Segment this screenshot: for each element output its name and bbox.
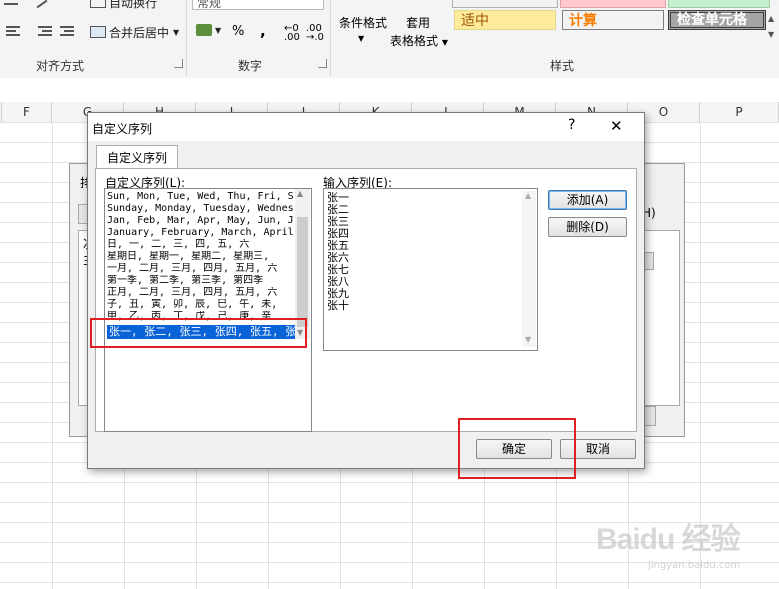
- highlight-box-selected-list: [90, 318, 307, 348]
- comma-style-button[interactable]: ,: [260, 22, 266, 40]
- grid-row-line: [0, 502, 779, 503]
- chevron-down-icon: ▼: [173, 27, 180, 37]
- delete-button[interactable]: 删除(D): [548, 217, 627, 237]
- help-button[interactable]: ?: [568, 117, 575, 133]
- scroll-up-icon[interactable]: ▲: [297, 189, 303, 198]
- list-item[interactable]: Sun, Mon, Tue, Wed, Thu, Fri, S: [107, 191, 293, 203]
- list-item[interactable]: January, February, March, April: [107, 227, 293, 239]
- styles-scroll-down-icon[interactable]: ▼: [768, 30, 779, 44]
- merge-center-label: 合并后居中: [109, 25, 170, 40]
- input-entries-textarea[interactable]: 张一 张二 张三 张四 张五 张六 张七 张八 张九 张十 ▲ ▼: [323, 188, 538, 351]
- increase-decimal-button[interactable]: ←0.00: [284, 23, 300, 43]
- format-as-table-label-1: 套用: [405, 16, 430, 30]
- style-check-cell[interactable]: 检查单元格: [668, 10, 766, 30]
- listbox-scrollbar[interactable]: ▲ ▼: [295, 189, 310, 339]
- column-header-p[interactable]: P: [700, 102, 779, 122]
- list-item[interactable]: 星期日, 星期一, 星期二, 星期三,: [107, 251, 293, 263]
- scrollbar-thumb[interactable]: [297, 217, 308, 327]
- style-cell-top-1[interactable]: [452, 0, 558, 8]
- ribbon: 自动换行 合并后居中 ▼ 对齐方式 常规 ▼ % , ←0.00 .00 →.0 …: [0, 0, 779, 79]
- list-item[interactable]: Jan, Feb, Mar, Apr, May, Jun, J: [107, 215, 293, 227]
- format-as-table-label-2: 表格格式 ▼: [390, 34, 448, 48]
- orientation-icon[interactable]: [36, 0, 52, 10]
- grid-column-line: [52, 122, 53, 589]
- custom-lists-listbox[interactable]: Sun, Mon, Tue, Wed, Thu, Fri, S Sunday, …: [104, 188, 312, 432]
- chevron-down-icon: ▼: [215, 25, 222, 35]
- style-calculation-cell[interactable]: 计算: [562, 10, 664, 30]
- chevron-down-icon: ▼: [441, 38, 448, 47]
- merge-center-icon: [90, 26, 106, 38]
- increase-decimal-icon: ←0.00: [284, 23, 300, 43]
- entry-line: 张十: [327, 299, 349, 312]
- add-button[interactable]: 添加(A): [548, 190, 627, 210]
- currency-icon: [196, 24, 212, 36]
- close-button[interactable]: ✕: [610, 117, 623, 135]
- list-item[interactable]: 第一季, 第二季, 第三季, 第四季: [107, 275, 293, 287]
- currency-format-button[interactable]: ▼: [196, 24, 221, 36]
- list-item[interactable]: Sunday, Monday, Tuesday, Wednes: [107, 203, 293, 215]
- decrease-indent-icon[interactable]: [38, 24, 56, 40]
- watermark-logo: Baidu 经验: [596, 523, 741, 556]
- wrap-text-button[interactable]: 自动换行: [90, 0, 157, 9]
- dialog-title-bar: 自定义序列 ? ✕: [88, 113, 644, 141]
- decrease-decimal-button[interactable]: .00 →.0: [306, 23, 324, 43]
- style-cell-top-3[interactable]: [668, 0, 770, 8]
- watermark-url: jingyan.baidu.com: [648, 560, 741, 571]
- list-item[interactable]: 日, 一, 二, 三, 四, 五, 六: [107, 239, 293, 251]
- separator: [186, 0, 187, 76]
- format-as-table-button[interactable]: 套用 表格格式 ▼: [390, 0, 448, 50]
- conditional-format-button[interactable]: 条件格式 ▼: [336, 0, 390, 50]
- grid-row-line: [0, 482, 779, 483]
- merge-center-button[interactable]: 合并后居中 ▼: [90, 24, 179, 40]
- scroll-up-icon[interactable]: ▲: [525, 191, 531, 200]
- grid-row-line: [0, 582, 779, 583]
- increase-indent-icon[interactable]: [60, 24, 78, 40]
- separator: [330, 0, 331, 76]
- chevron-down-icon: ▼: [358, 34, 365, 43]
- percent-style-button[interactable]: %: [232, 24, 244, 39]
- decrease-decimal-icon: .00 →.0: [306, 23, 324, 43]
- style-cell-top-2[interactable]: [560, 0, 666, 8]
- align-left-icon[interactable]: [6, 24, 24, 40]
- list-item[interactable]: 子, 丑, 寅, 卯, 辰, 巳, 午, 未,: [107, 299, 293, 311]
- tab-panel: 自定义序列(L): 输入序列(E): Sun, Mon, Tue, Wed, T…: [95, 168, 637, 432]
- wrap-text-icon: [90, 0, 106, 8]
- alignment-group-label: 对齐方式: [36, 59, 85, 73]
- dialog-title: 自定义序列: [92, 122, 153, 136]
- scroll-down-icon[interactable]: ▼: [525, 335, 531, 344]
- tab-custom-lists[interactable]: 自定义序列: [96, 145, 178, 170]
- list-item[interactable]: 正月, 二月, 三月, 四月, 五月, 六: [107, 287, 293, 299]
- style-neutral-cell[interactable]: 适中: [454, 10, 556, 30]
- styles-group-label: 样式: [550, 59, 575, 73]
- conditional-format-label: 条件格式: [338, 16, 387, 30]
- styles-scroll-up-icon[interactable]: ▲: [768, 14, 779, 28]
- column-header-f[interactable]: F: [2, 102, 52, 122]
- textarea-scrollbar[interactable]: ▲ ▼: [522, 191, 536, 347]
- number-dialog-launcher-icon[interactable]: [318, 59, 327, 68]
- number-format-value: 常规: [197, 0, 222, 10]
- alignment-dialog-launcher-icon[interactable]: [174, 59, 183, 68]
- wrap-text-label: 自动换行: [109, 0, 158, 9]
- formula-bar[interactable]: [0, 78, 779, 103]
- align-top-icon[interactable]: [4, 0, 26, 8]
- custom-lists-dialog: 自定义序列 ? ✕ 自定义序列 自定义序列(L): 输入序列(E): Sun, …: [87, 112, 645, 469]
- number-format-select[interactable]: 常规: [192, 0, 324, 10]
- list-item[interactable]: 一月, 二月, 三月, 四月, 五月, 六: [107, 263, 293, 275]
- highlight-box-ok-button: [458, 418, 576, 479]
- number-group-label: 数字: [238, 59, 263, 73]
